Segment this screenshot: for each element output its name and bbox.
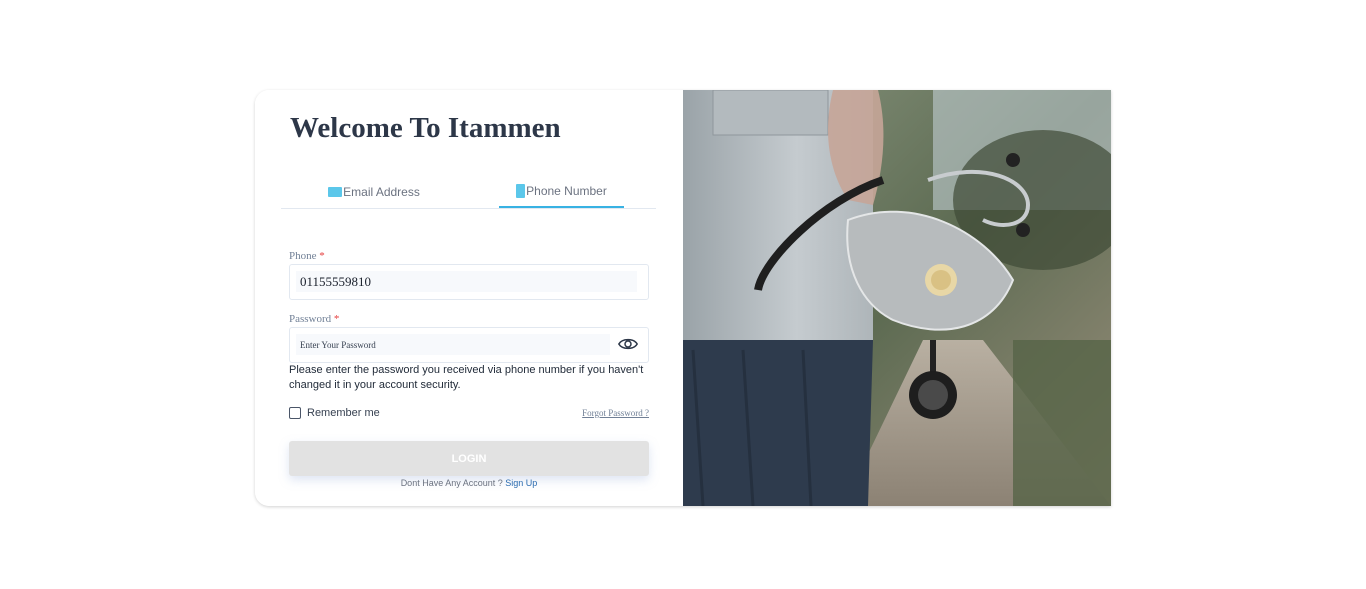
password-field-box [289, 327, 649, 363]
phone-input[interactable] [296, 271, 637, 292]
password-hint: Please enter the password you received v… [289, 364, 644, 391]
tab-phone-number[interactable]: Phone Number [499, 176, 624, 208]
password-input[interactable] [296, 334, 610, 355]
remember-me[interactable]: Remember me [289, 407, 380, 419]
login-panel: Welcome To Itammen Email Address Phone N… [255, 90, 683, 506]
phone-icon [516, 184, 526, 198]
tab-email-label: Email Address [343, 184, 420, 199]
required-marker: * [319, 250, 325, 262]
password-label: Password * [289, 313, 340, 325]
phone-field-box [289, 264, 649, 300]
eye-icon[interactable] [618, 336, 638, 352]
tab-phone-label: Phone Number [526, 184, 607, 198]
doctor-with-mask-photo [683, 90, 1111, 506]
remember-label: Remember me [307, 407, 380, 419]
login-button[interactable]: LOGIN [289, 441, 649, 476]
login-card: Welcome To Itammen Email Address Phone N… [255, 90, 1111, 506]
required-marker: * [333, 313, 340, 325]
phone-label: Phone * [289, 250, 325, 262]
tab-email-address[interactable]: Email Address [281, 176, 467, 207]
page-title: Welcome To Itammen [290, 112, 561, 144]
sign-up-link[interactable]: Sign Up [505, 478, 537, 488]
forgot-password-link[interactable]: Forgot Password ? [582, 408, 649, 418]
login-method-tabs: Email Address Phone Number [281, 176, 656, 209]
signup-prompt: Dont Have Any Account ? Sign Up [400, 478, 538, 488]
hero-photo [683, 90, 1111, 506]
email-icon [328, 186, 343, 197]
remember-checkbox[interactable] [289, 407, 301, 419]
